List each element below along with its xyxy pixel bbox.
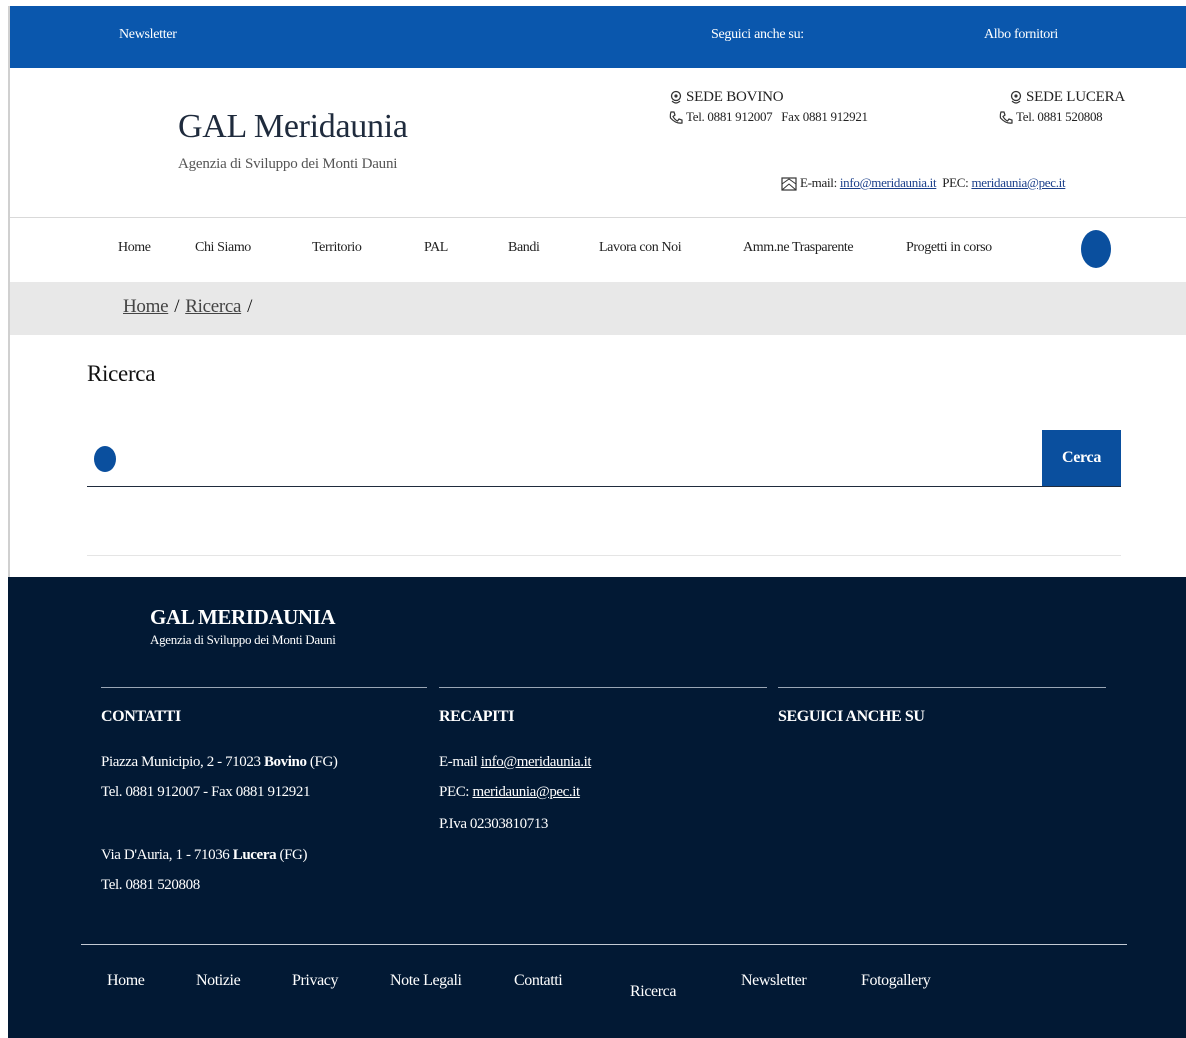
nav-pal[interactable]: PAL — [424, 240, 448, 256]
breadcrumb-home[interactable]: Home — [123, 296, 169, 317]
pec-label: PEC: — [439, 784, 473, 800]
nav-bandi[interactable]: Bandi — [508, 240, 540, 256]
main-nav: Home Chi Siamo Territorio PAL Bandi Lavo… — [10, 218, 1186, 282]
footer-email: E-mail info@meridaunia.it — [439, 754, 592, 771]
phone-icon — [999, 111, 1013, 124]
footer-address-bovino: Piazza Municipio, 2 - 71023 Bovino (FG) — [101, 754, 338, 771]
sede-bovino-fax: Fax 0881 912921 — [781, 109, 868, 125]
footer-link-fotogallery[interactable]: Fotogallery — [861, 972, 931, 990]
address-city: Lucera — [232, 847, 277, 863]
search-button[interactable]: Cerca — [1042, 430, 1121, 486]
footer-contatti-title: CONTATTI — [101, 708, 181, 725]
footer-tel-lucera: Tel. 0881 520808 — [101, 877, 200, 893]
sede-bovino-title: SEDE BOVINO — [686, 89, 784, 105]
content-divider — [87, 555, 1121, 556]
nav-home[interactable]: Home — [118, 240, 151, 256]
search-form: Cerca — [87, 430, 1121, 487]
address-text: Piazza Municipio, 2 - 71023 — [101, 754, 264, 770]
nav-progetti-in-corso[interactable]: Progetti in corso — [906, 240, 992, 256]
search-icon — [94, 446, 116, 472]
header-contacts: E-mail: info@meridaunia.it PEC: meridaun… — [780, 175, 1066, 193]
footer-address-lucera: Via D'Auria, 1 - 71036 Lucera (FG) — [101, 847, 307, 864]
nav-territorio[interactable]: Territorio — [312, 240, 362, 256]
location-icon — [1010, 90, 1022, 104]
nav-lavora-con-noi[interactable]: Lavora con Noi — [599, 240, 682, 256]
footer-brand: GAL MERIDAUNIA — [150, 605, 336, 629]
mail-icon — [781, 177, 797, 191]
email-label: E-mail: — [800, 175, 837, 190]
footer-piva: P.Iva 02303810713 — [439, 816, 549, 832]
footer-col-divider — [439, 687, 767, 688]
page-title: Ricerca — [87, 361, 156, 386]
footer: GAL MERIDAUNIA Agenzia di Sviluppo dei M… — [8, 577, 1186, 1038]
sede-lucera-phone: Tel. 0881 520808 — [1016, 109, 1103, 125]
footer-tel-bovino: Tel. 0881 912007 - Fax 0881 912921 — [101, 784, 311, 800]
pec-label: PEC: — [942, 175, 969, 190]
address-city: Bovino — [263, 754, 307, 770]
nav-chi-siamo[interactable]: Chi Siamo — [195, 240, 251, 256]
footer-col-divider — [778, 687, 1106, 688]
search-icon[interactable] — [1081, 230, 1111, 268]
footer-link-newsletter[interactable]: Newsletter — [741, 972, 807, 990]
footer-brand-subtitle: Agenzia di Sviluppo dei Monti Dauni — [150, 632, 336, 647]
footer-seguici-title: SEGUICI ANCHE SU — [778, 708, 925, 725]
footer-email-link[interactable]: info@meridaunia.it — [481, 754, 592, 770]
footer-bottom-divider — [81, 944, 1127, 945]
footer-pec: PEC: meridaunia@pec.it — [439, 784, 580, 801]
footer-link-notizie[interactable]: Notizie — [196, 972, 241, 990]
breadcrumb-ricerca[interactable]: Ricerca — [185, 296, 241, 317]
header-pec-link[interactable]: meridaunia@pec.it — [971, 175, 1065, 190]
address-text: Via D'Auria, 1 - 71036 — [101, 847, 233, 863]
phone-icon — [669, 111, 683, 124]
footer-link-contatti[interactable]: Contatti — [514, 972, 563, 990]
breadcrumb-bar: Home / Ricerca / — [10, 282, 1186, 335]
address-province: (FG) — [306, 754, 338, 770]
address-province: (FG) — [276, 847, 308, 863]
footer-recapiti-title: RECAPITI — [439, 708, 515, 725]
sede-bovino: SEDE BOVINO Tel. 0881 912007 Fax 0881 91… — [668, 89, 868, 126]
footer-col-divider — [101, 687, 427, 688]
search-input[interactable] — [127, 438, 1032, 478]
site-subtitle: Agenzia di Sviluppo dei Monti Dauni — [178, 156, 398, 172]
footer-link-ricerca[interactable]: Ricerca — [630, 983, 676, 1001]
breadcrumb: Home / Ricerca / — [123, 296, 253, 317]
header-email-link[interactable]: info@meridaunia.it — [840, 175, 937, 190]
footer-link-privacy[interactable]: Privacy — [292, 972, 338, 990]
site-title[interactable]: GAL Meridaunia — [178, 108, 408, 146]
footer-pec-link[interactable]: meridaunia@pec.it — [472, 784, 580, 800]
location-icon — [670, 90, 682, 104]
email-label: E-mail — [439, 754, 481, 770]
sede-lucera-title: SEDE LUCERA — [1026, 89, 1126, 105]
sede-lucera: SEDE LUCERA Tel. 0881 520808 — [998, 89, 1125, 126]
footer-link-note-legali[interactable]: Note Legali — [390, 972, 462, 990]
sede-bovino-phone: Tel. 0881 912007 — [686, 109, 773, 125]
footer-link-home[interactable]: Home — [107, 972, 145, 990]
nav-amm-trasparente[interactable]: Amm.ne Trasparente — [743, 240, 854, 256]
